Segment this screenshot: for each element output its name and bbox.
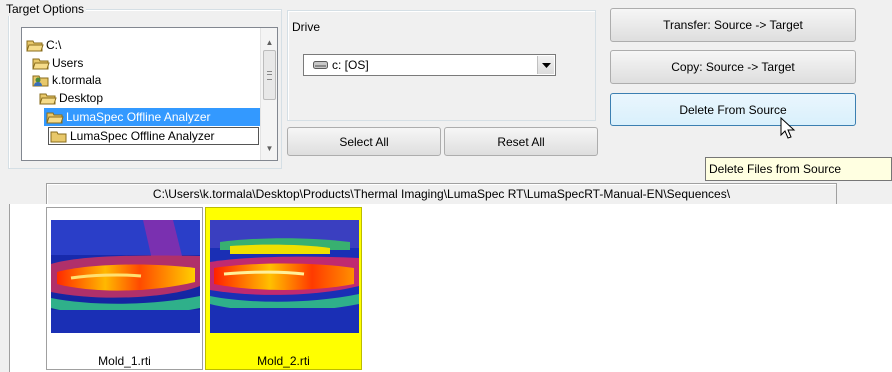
current-path: C:\Users\k.tormala\Desktop\Products\Ther… — [46, 183, 837, 205]
tree-item-desktop[interactable]: Desktop — [39, 89, 103, 107]
folder-open-icon — [39, 93, 57, 104]
transfer-button[interactable]: Transfer: Source -> Target — [610, 8, 856, 42]
tree-scrollbar[interactable]: ▲ ▼ — [260, 28, 277, 160]
chevron-down-icon[interactable] — [537, 56, 554, 74]
reset-all-button[interactable]: Reset All — [444, 127, 598, 156]
copy-button[interactable]: Copy: Source -> Target — [610, 50, 856, 84]
drive-select[interactable]: c: [OS] — [303, 54, 556, 76]
scroll-thumb[interactable] — [263, 50, 276, 100]
tree-item-focused-folder[interactable]: LumaSpec Offline Analyzer — [48, 127, 259, 145]
tree-item-label: Desktop — [59, 91, 104, 105]
target-options-title: Target Options — [4, 2, 87, 16]
select-all-button[interactable]: Select All — [287, 127, 441, 156]
folder-open-icon — [26, 40, 44, 51]
thumbnail-label: Mold_2.rti — [257, 354, 310, 368]
scroll-up-icon[interactable]: ▲ — [261, 34, 277, 51]
drive-select-value: c: [OS] — [332, 58, 369, 72]
hard-drive-icon — [313, 61, 328, 69]
tree-item-label: C:\ — [46, 38, 62, 52]
drive-title: Drive — [292, 20, 321, 34]
tooltip: Delete Files from Source — [705, 157, 892, 181]
tree-item-label: k.tormala — [52, 73, 102, 87]
tree-item-label: Users — [52, 56, 84, 70]
tree-item-label: LumaSpec Offline Analyzer — [66, 110, 211, 124]
thermal-image-thumbnail — [51, 220, 200, 333]
folder-open-icon — [32, 58, 50, 69]
folder-tree[interactable]: C:\ Users k.tormala Desktop LumaSpec Off… — [21, 27, 278, 161]
tree-item-label: LumaSpec Offline Analyzer — [70, 129, 215, 143]
folder-icon — [50, 131, 67, 142]
thumbnail-item-selected[interactable]: Mold_2.rti — [205, 207, 362, 370]
delete-from-source-button[interactable]: Delete From Source — [610, 93, 856, 126]
thermal-image-thumbnail — [210, 220, 359, 333]
folder-open-icon — [46, 112, 64, 123]
tree-item-user-home[interactable]: k.tormala — [32, 71, 101, 89]
tree-item-root[interactable]: C:\ — [26, 36, 61, 54]
tree-item-selected-folder[interactable]: LumaSpec Offline Analyzer — [44, 108, 260, 126]
mouse-pointer-icon — [780, 117, 796, 139]
user-folder-icon — [32, 75, 49, 86]
tree-item-users[interactable]: Users — [32, 54, 83, 72]
thumbnail-label: Mold_1.rti — [98, 354, 151, 368]
thumbnail-item[interactable]: Mold_1.rti — [46, 207, 203, 370]
thumbnail-panel[interactable]: Mold_1.rti Mold_2.rti — [9, 204, 892, 372]
scroll-down-icon[interactable]: ▼ — [261, 140, 277, 157]
